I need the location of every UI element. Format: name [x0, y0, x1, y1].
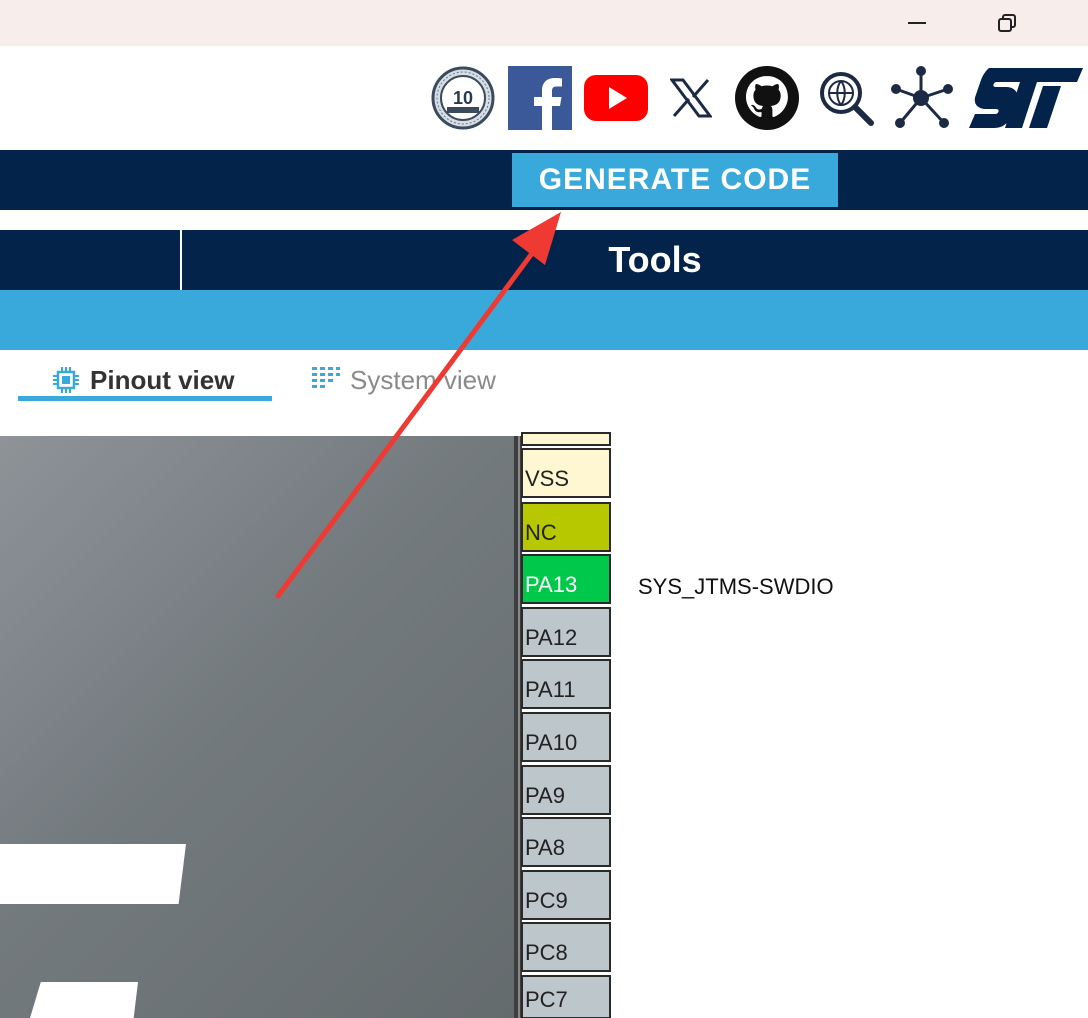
network-share-icon[interactable]	[886, 66, 956, 130]
pinout-canvas[interactable]: VSS NC PA13 SYS_JTMS-SWDIO PA12 PA11 PA1…	[0, 432, 1088, 1018]
restore-button[interactable]	[984, 0, 1030, 46]
toolbar-spacer	[0, 210, 1088, 230]
st-logo[interactable]	[966, 66, 1086, 130]
menu-bar: Tools	[0, 230, 1088, 290]
pin-label: NC	[525, 520, 557, 545]
restore-icon	[998, 14, 1016, 32]
minimize-button[interactable]	[894, 0, 940, 46]
facebook-icon[interactable]	[508, 66, 572, 130]
pin-signal-label: SYS_JTMS-SWDIO	[638, 574, 834, 599]
github-icon[interactable]	[734, 66, 800, 130]
pin-pc8[interactable]: PC8	[521, 922, 611, 972]
tab-system-view[interactable]: System view	[312, 358, 496, 402]
generate-code-button[interactable]: GENERATE CODE	[512, 153, 838, 207]
mcu-chip-body	[0, 436, 514, 1018]
pin[interactable]	[521, 432, 611, 446]
pin-label: PC9	[525, 888, 568, 913]
pin-pa9[interactable]: PA9	[521, 765, 611, 815]
sub-menu-bar	[0, 290, 1088, 350]
web-search-icon[interactable]	[816, 66, 876, 130]
pin-label: PA9	[525, 783, 565, 808]
chip-marking	[30, 982, 138, 1018]
pin-nc[interactable]: NC	[521, 502, 611, 552]
pin-pa8[interactable]: PA8	[521, 817, 611, 867]
pin-label: VSS	[525, 466, 570, 491]
stm32cubemx-window: 10 GENERATE CODE Tools Pinout view Syste…	[0, 0, 1088, 1018]
tab-pinout-label: Pinout view	[90, 364, 235, 395]
pin-pc7[interactable]: PC7	[521, 975, 611, 1018]
minimize-icon	[908, 22, 926, 24]
pin-label: PA12	[525, 625, 578, 650]
pin-label: PA8	[525, 835, 565, 860]
pin-pa12[interactable]: PA12	[521, 607, 611, 657]
pin-pc9[interactable]: PC9	[521, 870, 611, 920]
pin-pa11[interactable]: PA11	[521, 659, 611, 709]
pin-label: PA10	[525, 730, 578, 755]
pin-vss[interactable]: VSS	[521, 448, 611, 498]
menu-tools[interactable]: Tools	[560, 230, 750, 290]
title-bar	[0, 0, 1088, 46]
pin-pa10[interactable]: PA10	[521, 712, 611, 762]
chip-marking	[0, 844, 186, 904]
anniversary-10-years-badge-icon[interactable]: 10	[430, 66, 496, 130]
main-toolbar: GENERATE CODE	[0, 150, 1088, 210]
active-tab-indicator	[18, 396, 272, 401]
youtube-icon[interactable]	[584, 66, 648, 130]
system-grid-icon	[312, 367, 340, 393]
header-icon-row: 10	[0, 46, 1088, 150]
chip-icon	[52, 366, 80, 394]
view-tabs: Pinout view System view	[0, 350, 1088, 436]
x-twitter-icon[interactable]	[668, 66, 714, 130]
pin-label: PA13	[525, 572, 578, 597]
pin-label: PC7	[525, 987, 568, 1012]
pin-label: PC8	[525, 940, 568, 965]
tab-system-label: System view	[350, 364, 496, 395]
pin-label: PA11	[525, 677, 576, 702]
pin-pa13[interactable]: PA13	[521, 554, 611, 604]
svg-text:10: 10	[453, 88, 473, 108]
chip-edge-highlight	[518, 436, 520, 1018]
menu-divider	[180, 230, 182, 290]
